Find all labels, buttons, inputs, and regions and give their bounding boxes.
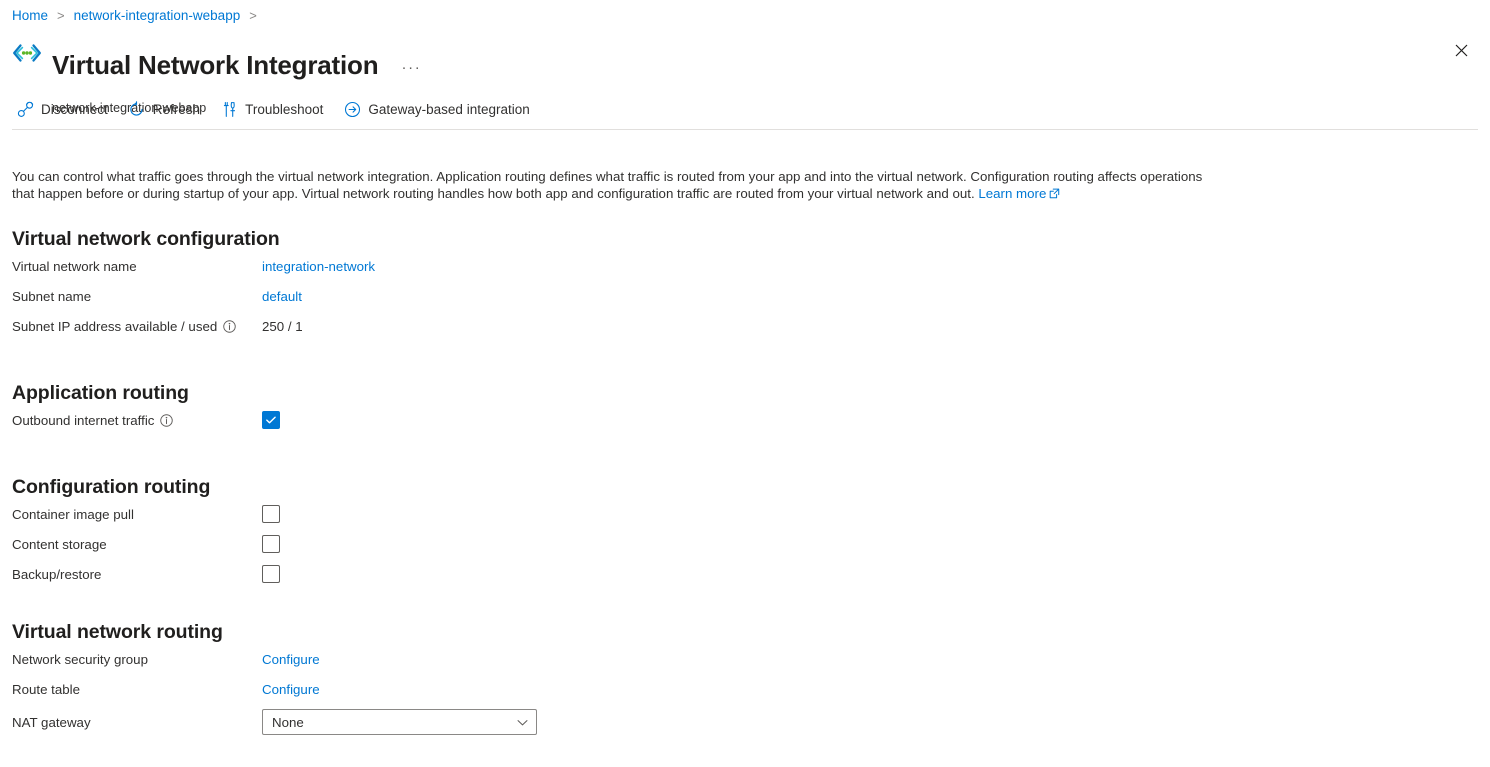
learn-more-label: Learn more bbox=[978, 186, 1046, 201]
section-heading-vnet-configuration: Virtual network configuration bbox=[12, 228, 280, 251]
troubleshoot-tools-icon bbox=[220, 100, 238, 118]
row-label-nat-gateway: NAT gateway bbox=[12, 715, 262, 730]
refresh-label: Refresh bbox=[153, 102, 200, 117]
external-link-icon bbox=[1049, 186, 1060, 203]
subnet-name-link[interactable]: default bbox=[262, 289, 302, 304]
close-button[interactable] bbox=[1446, 35, 1476, 65]
row-virtual-network-name: Virtual network name integration-network bbox=[12, 256, 375, 276]
checkmark-icon bbox=[265, 414, 277, 426]
subnet-ip-address-value: 250 / 1 bbox=[262, 319, 303, 334]
breadcrumb-item-webapp[interactable]: network-integration-webapp bbox=[74, 8, 241, 23]
checkbox-outbound-internet-traffic[interactable] bbox=[262, 411, 280, 429]
breadcrumb-item-home[interactable]: Home bbox=[12, 8, 48, 23]
network-security-group-configure-link[interactable]: Configure bbox=[262, 652, 320, 667]
row-container-image-pull: Container image pull bbox=[12, 504, 280, 524]
disconnect-label: Disconnect bbox=[41, 102, 108, 117]
row-label-route-table: Route table bbox=[12, 682, 262, 697]
row-label-backup-restore: Backup/restore bbox=[12, 567, 262, 582]
virtual-network-integration-page: Home > network-integration-webapp > Virt… bbox=[0, 0, 1490, 767]
row-label-subnet-ip-address-text: Subnet IP address available / used bbox=[12, 319, 217, 334]
row-subnet-name: Subnet name default bbox=[12, 286, 302, 306]
arrow-right-circle-icon bbox=[343, 100, 361, 118]
command-bar-divider bbox=[12, 129, 1478, 130]
refresh-button[interactable]: Refresh bbox=[124, 96, 208, 122]
virtual-network-name-link[interactable]: integration-network bbox=[262, 259, 375, 274]
troubleshoot-label: Troubleshoot bbox=[245, 102, 323, 117]
row-route-table: Route table Configure bbox=[12, 679, 320, 699]
section-heading-vnet-routing: Virtual network routing bbox=[12, 621, 223, 644]
chevron-down-icon bbox=[516, 716, 529, 729]
row-subnet-ip-address: Subnet IP address available / used 250 /… bbox=[12, 316, 303, 336]
more-options-icon[interactable]: ··· bbox=[398, 56, 424, 78]
row-content-storage: Content storage bbox=[12, 534, 280, 554]
nat-gateway-dropdown[interactable]: None bbox=[262, 709, 537, 735]
row-network-security-group: Network security group Configure bbox=[12, 649, 320, 669]
command-bar: Disconnect Refresh bbox=[12, 96, 546, 122]
row-label-outbound-internet-traffic: Outbound internet traffic bbox=[12, 413, 262, 428]
info-icon-outbound-internet-traffic[interactable] bbox=[160, 414, 173, 427]
checkbox-backup-restore[interactable] bbox=[262, 565, 280, 583]
section-heading-configuration-routing: Configuration routing bbox=[12, 476, 210, 499]
page-description: You can control what traffic goes throug… bbox=[12, 168, 1204, 203]
disconnect-button[interactable]: Disconnect bbox=[12, 96, 116, 122]
row-label-container-image-pull: Container image pull bbox=[12, 507, 262, 522]
refresh-icon bbox=[128, 100, 146, 118]
page-title: Virtual Network Integration bbox=[52, 49, 378, 81]
row-outbound-internet-traffic: Outbound internet traffic bbox=[12, 410, 280, 430]
close-icon bbox=[1455, 44, 1468, 57]
troubleshoot-button[interactable]: Troubleshoot bbox=[216, 96, 331, 122]
row-label-subnet-ip-address: Subnet IP address available / used bbox=[12, 319, 262, 334]
code-brackets-icon bbox=[12, 38, 42, 68]
row-nat-gateway: NAT gateway None bbox=[12, 709, 537, 735]
route-table-configure-link[interactable]: Configure bbox=[262, 682, 320, 697]
gateway-based-integration-label: Gateway-based integration bbox=[368, 102, 529, 117]
learn-more-link[interactable]: Learn more bbox=[978, 186, 1046, 201]
checkbox-content-storage[interactable] bbox=[262, 535, 280, 553]
row-label-outbound-internet-traffic-text: Outbound internet traffic bbox=[12, 413, 154, 428]
row-backup-restore: Backup/restore bbox=[12, 564, 280, 584]
checkbox-container-image-pull[interactable] bbox=[262, 505, 280, 523]
breadcrumb-separator-icon: > bbox=[57, 8, 65, 23]
nat-gateway-selected-value: None bbox=[272, 715, 304, 730]
breadcrumb-separator-icon-2: > bbox=[249, 8, 257, 23]
row-label-subnet-name: Subnet name bbox=[12, 289, 262, 304]
section-heading-application-routing: Application routing bbox=[12, 382, 189, 405]
page-title-line: Virtual Network Integration ··· bbox=[52, 32, 424, 99]
gateway-based-integration-button[interactable]: Gateway-based integration bbox=[339, 96, 537, 122]
row-label-content-storage: Content storage bbox=[12, 537, 262, 552]
info-icon-subnet-ip-address[interactable] bbox=[223, 320, 236, 333]
row-label-virtual-network-name: Virtual network name bbox=[12, 259, 262, 274]
disconnect-plug-icon bbox=[16, 100, 34, 118]
breadcrumb: Home > network-integration-webapp > bbox=[12, 5, 266, 25]
row-label-network-security-group: Network security group bbox=[12, 652, 262, 667]
